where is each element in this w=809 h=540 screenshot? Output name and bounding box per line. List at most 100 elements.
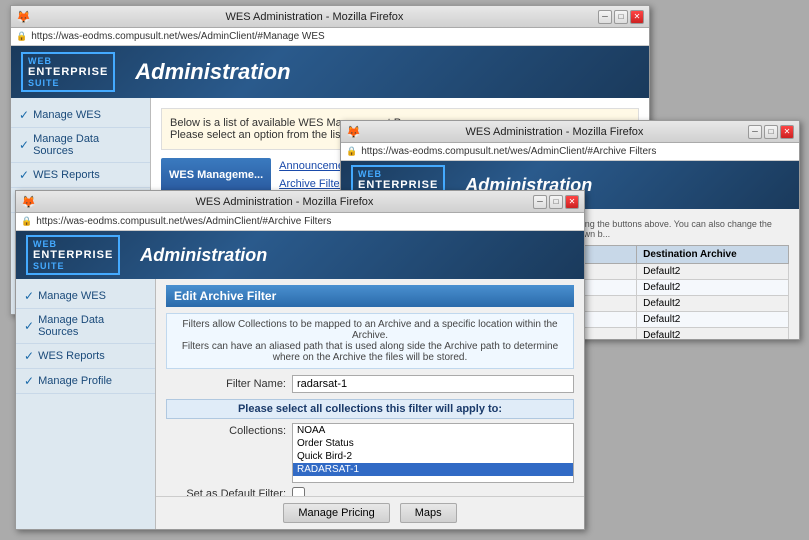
titlebar-1: 🦊 WES Administration - Mozilla Firefox ─… [11, 6, 649, 28]
minimize-btn-2[interactable]: ─ [748, 125, 762, 139]
sidebar-label-3b: Manage Data Sources [38, 314, 147, 338]
lock-icon-2: 🔒 [346, 146, 357, 157]
sidebar-label-1b: Manage Data Sources [33, 133, 142, 157]
form-info-line2: Filters can have an aliased path that is… [175, 341, 565, 363]
cell-archive: Default2 [637, 264, 789, 280]
checkmark-icon-3b: ✓ [24, 319, 34, 333]
sidebar-item-reports-3[interactable]: ✓ WES Reports [16, 344, 155, 369]
restore-btn-1[interactable]: □ [614, 10, 628, 24]
logo-suite-1: SUITE [28, 78, 108, 88]
titlebar-2: 🦊 WES Administration - Mozilla Firefox ─… [341, 121, 799, 143]
window2-title: WES Administration - Mozilla Firefox [361, 126, 748, 138]
checkmark-icon-3d: ✓ [24, 374, 34, 388]
form-header: Edit Archive Filter [166, 285, 574, 307]
filter-name-label: Filter Name: [166, 378, 286, 390]
form-info-line1: Filters allow Collections to be mapped t… [175, 319, 565, 341]
collections-section-header: Please select all collections this filte… [166, 399, 574, 419]
collections-listbox-container: NOAA Order Status Quick Bird-2 RADARSAT-… [292, 423, 574, 483]
form-info: Filters allow Collections to be mapped t… [166, 313, 574, 369]
default-filter-label: Set as Default Filter: [166, 488, 286, 497]
cell-archive: Default2 [637, 280, 789, 296]
minimize-btn-1[interactable]: ─ [598, 10, 612, 24]
checkmark-icon-1c: ✓ [19, 168, 29, 182]
collection-radarsat1[interactable]: RADARSAT-1 [293, 463, 573, 476]
collection-order-status[interactable]: Order Status [293, 437, 573, 450]
sidebar-label-3a: Manage WES [38, 290, 106, 302]
sidebar-label-1c: WES Reports [33, 169, 100, 181]
default-filter-row: Set as Default Filter: [166, 487, 574, 496]
logo-area-3: WEB ENTERPRISE SUITE [26, 235, 120, 275]
titlebar-3: 🦊 WES Administration - Mozilla Firefox ─… [16, 191, 584, 213]
collections-label: Collections: [166, 425, 286, 437]
restore-btn-2[interactable]: □ [764, 125, 778, 139]
cell-archive: Default2 [637, 328, 789, 340]
close-btn-3[interactable]: ✕ [565, 195, 579, 209]
url-1: https://was-eodms.compusult.net/wes/Admi… [31, 31, 324, 42]
close-btn-2[interactable]: ✕ [780, 125, 794, 139]
checkmark-icon-1a: ✓ [19, 108, 29, 122]
wes-management-btn[interactable]: WES Manageme... [161, 158, 271, 192]
default-filter-checkbox[interactable] [292, 487, 305, 496]
lock-icon-1: 🔒 [16, 31, 27, 42]
sidebar-item-reports-1[interactable]: ✓ WES Reports [11, 163, 150, 188]
logo-web-1: WEB [28, 56, 108, 66]
w3-form-content: Edit Archive Filter Filters allow Collec… [156, 279, 584, 496]
addressbar-3: 🔒 https://was-eodms.compusult.net/wes/Ad… [16, 213, 584, 231]
sidebar-label-1a: Manage WES [33, 109, 101, 121]
header-banner-3: WEB ENTERPRISE SUITE Administration [16, 231, 584, 279]
restore-btn-3[interactable]: □ [549, 195, 563, 209]
collections-listbox[interactable]: NOAA Order Status Quick Bird-2 RADARSAT-… [292, 423, 574, 483]
url-3: https://was-eodms.compusult.net/wes/Admi… [36, 216, 331, 227]
url-2: https://was-eodms.compusult.net/wes/Admi… [361, 146, 656, 157]
logo-box-1: WEB ENTERPRISE SUITE [21, 52, 115, 92]
logo-box-3: WEB ENTERPRISE SUITE [26, 235, 120, 275]
logo-enterprise-3: ENTERPRISE [33, 249, 113, 261]
filter-name-row: Filter Name: [166, 375, 574, 393]
manage-pricing-btn[interactable]: Manage Pricing [283, 503, 389, 523]
cell-archive: Default2 [637, 312, 789, 328]
lock-icon-3: 🔒 [21, 216, 32, 227]
firefox-icon: 🦊 [16, 10, 31, 24]
sidebar-item-data-sources-1[interactable]: ✓ Manage Data Sources [11, 128, 150, 163]
checkmark-icon-1b: ✓ [19, 138, 29, 152]
window-controls-3: ─ □ ✕ [533, 195, 579, 209]
sidebar-item-profile-3[interactable]: ✓ Manage Profile [16, 369, 155, 394]
window-controls-1: ─ □ ✕ [598, 10, 644, 24]
collection-noaa[interactable]: NOAA [293, 424, 573, 437]
maps-btn[interactable]: Maps [400, 503, 457, 523]
sidebar-label-3d: Manage Profile [38, 375, 112, 387]
header-title-3: Administration [140, 245, 267, 266]
bottom-buttons: Manage Pricing Maps [156, 496, 584, 529]
logo-area-1: WEB ENTERPRISE SUITE [21, 52, 115, 92]
addressbar-1: 🔒 https://was-eodms.compusult.net/wes/Ad… [11, 28, 649, 46]
firefox-icon-3: 🦊 [21, 195, 36, 209]
firefox-icon-2: 🦊 [346, 125, 361, 139]
sidebar-3: ✓ Manage WES ✓ Manage Data Sources ✓ WES… [16, 279, 156, 529]
logo-enterprise-1: ENTERPRISE [28, 66, 108, 78]
window-controls-2: ─ □ ✕ [748, 125, 794, 139]
sidebar-item-manage-wes-1[interactable]: ✓ Manage WES [11, 103, 150, 128]
header-banner-1: WEB ENTERPRISE SUITE Administration [11, 46, 649, 98]
filter-name-input[interactable] [292, 375, 574, 393]
checkmark-icon-3a: ✓ [24, 289, 34, 303]
window1-title: WES Administration - Mozilla Firefox [31, 11, 598, 23]
window3: 🦊 WES Administration - Mozilla Firefox ─… [15, 190, 585, 530]
window3-title: WES Administration - Mozilla Firefox [36, 196, 533, 208]
sidebar-item-data-sources-3[interactable]: ✓ Manage Data Sources [16, 309, 155, 344]
browser-content-3: WEB ENTERPRISE SUITE Administration ✓ Ma… [16, 231, 584, 529]
logo-web-2: WEB [358, 169, 438, 179]
w3-form-wrapper: Edit Archive Filter Filters allow Collec… [156, 279, 584, 529]
logo-web-3: WEB [33, 239, 113, 249]
header-title-1: Administration [135, 59, 290, 85]
collections-row: Collections: NOAA Order Status Quick Bir… [166, 423, 574, 483]
sidebar-item-manage-wes-3[interactable]: ✓ Manage WES [16, 284, 155, 309]
sidebar-label-3c: WES Reports [38, 350, 105, 362]
col-destination: Destination Archive [637, 246, 789, 264]
addressbar-2: 🔒 https://was-eodms.compusult.net/wes/Ad… [341, 143, 799, 161]
collection-quickbird[interactable]: Quick Bird-2 [293, 450, 573, 463]
minimize-btn-3[interactable]: ─ [533, 195, 547, 209]
checkmark-icon-3c: ✓ [24, 349, 34, 363]
close-btn-1[interactable]: ✕ [630, 10, 644, 24]
logo-suite-3: SUITE [33, 261, 113, 271]
cell-archive: Default2 [637, 296, 789, 312]
